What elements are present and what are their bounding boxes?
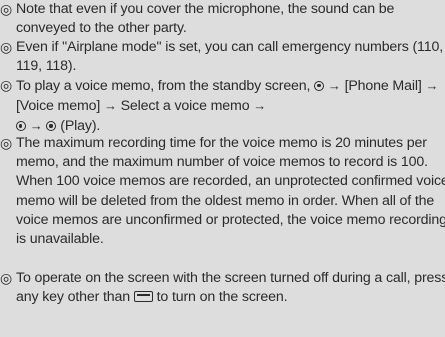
note-text-part: [Voice memo]: [16, 98, 101, 115]
center-key-icon: [46, 121, 57, 132]
center-key-icon: [16, 121, 26, 132]
note-text-part: [Phone Mail]: [344, 78, 422, 94]
arrow-icon: →: [253, 98, 267, 114]
bullet-icon: ◎: [0, 39, 13, 55]
note-text-part: (Play).: [60, 118, 101, 135]
arrow-icon: →: [29, 118, 43, 134]
bullet-icon: ◎: [0, 270, 13, 286]
note-text: Even if "Airplane mode" is set, you can …: [16, 39, 444, 75]
note-text: Note that even if you cover the micropho…: [16, 1, 395, 37]
note-item: ◎ Note that even if you cover the microp…: [0, 0, 445, 38]
note-text: The maximum recording time for the voice…: [16, 135, 445, 248]
arrow-icon: →: [103, 98, 117, 114]
bullet-icon: ◎: [0, 77, 13, 93]
notes-list: ◎ Note that even if you cover the microp…: [0, 0, 445, 307]
note-item: ◎ The maximum recording time for the voi…: [0, 134, 445, 269]
end-key-icon: [133, 291, 153, 303]
arrow-icon: →: [327, 78, 341, 93]
note-item: ◎ Even if "Airplane mode" is set, you ca…: [0, 38, 445, 76]
note-text-part: to turn on the screen.: [156, 289, 288, 306]
center-key-icon: [314, 81, 325, 91]
bullet-icon: ◎: [0, 1, 13, 17]
note-item: ◎ To play a voice memo, from the standby…: [0, 76, 445, 134]
bullet-icon: ◎: [0, 135, 13, 151]
note-text-part: Select a voice memo: [120, 98, 250, 115]
note-text-part: To play a voice memo, from the standby s…: [16, 78, 311, 94]
arrow-icon: →: [425, 78, 439, 93]
note-item: ◎ To operate on the screen with the scre…: [0, 269, 445, 307]
